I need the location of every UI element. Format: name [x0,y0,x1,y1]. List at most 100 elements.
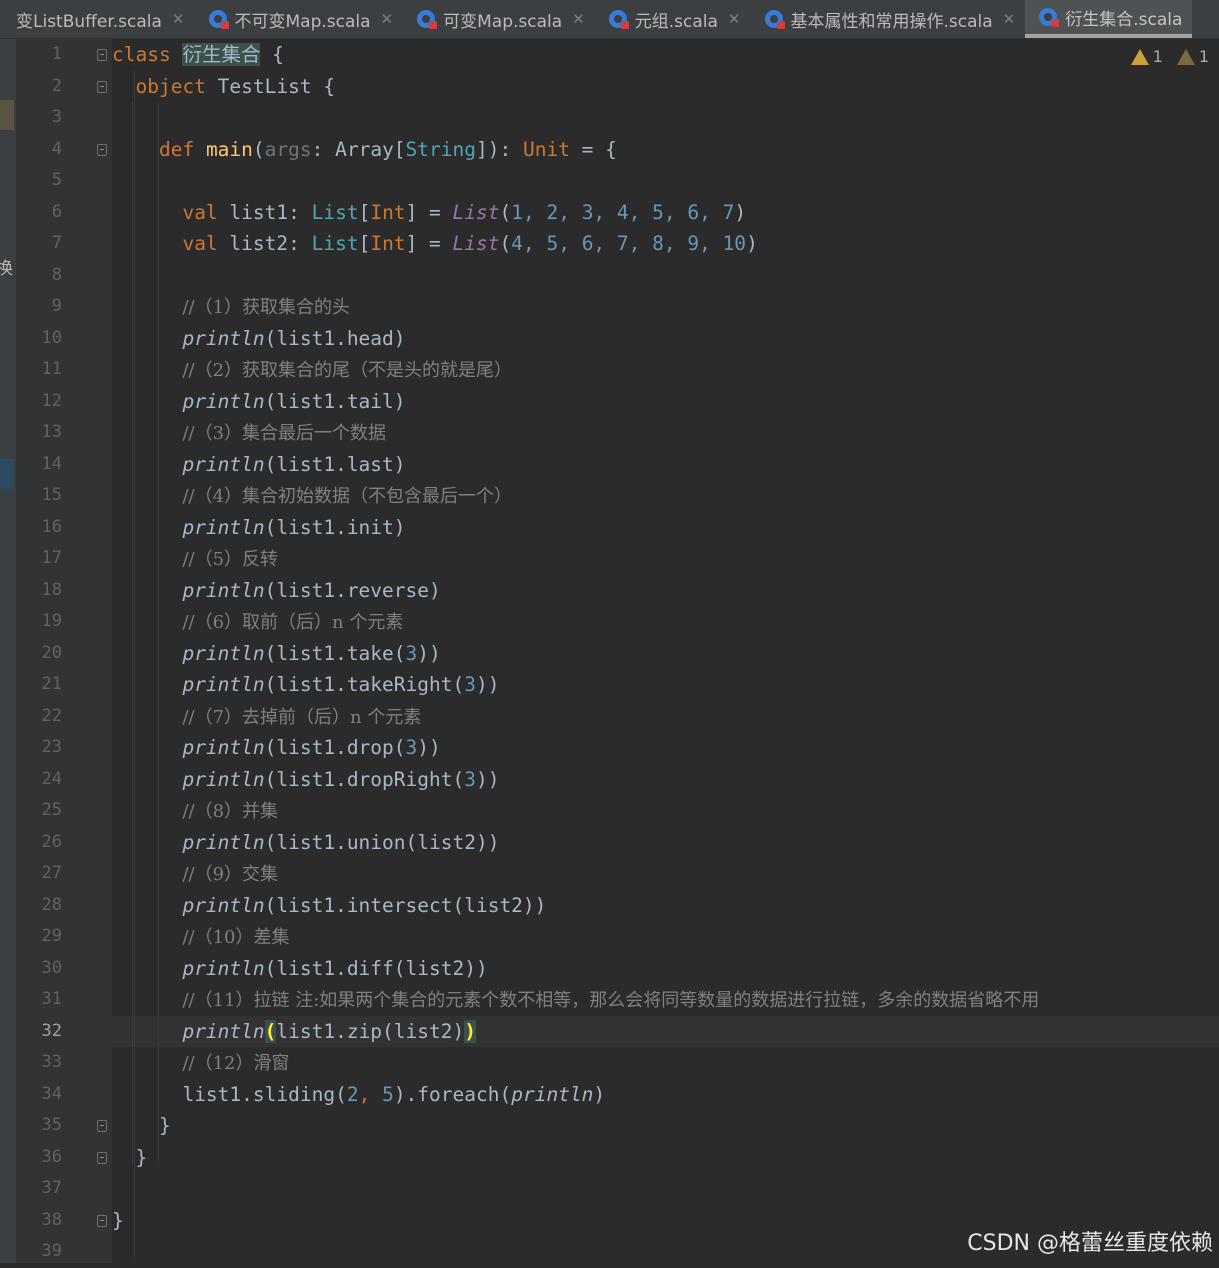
tab-derived-collection[interactable]: 衍生集合.scala [1025,0,1193,38]
line-number[interactable]: 5 [16,165,62,197]
line-number[interactable]: 17 [16,543,62,575]
line-number[interactable]: 1 [16,39,62,71]
line-number[interactable]: 18 [16,575,62,607]
line-number[interactable]: 10 [16,323,62,355]
watermark: CSDN @格蕾丝重度依赖 [967,1231,1213,1256]
line-number[interactable]: 2 [16,71,62,103]
code-line-26: println(list1.union(list2)) [182,830,500,854]
code-line-30: println(list1.diff(list2)) [182,956,488,980]
line-number[interactable]: 29 [16,921,62,953]
line-number[interactable]: 21 [16,669,62,701]
strip-marker [0,100,14,130]
line-number[interactable]: 26 [16,827,62,859]
line-number[interactable]: 33 [16,1047,62,1079]
close-icon[interactable]: ✕ [381,10,394,28]
line-number[interactable]: 9 [16,291,62,323]
code-line-36: } [135,1145,148,1169]
code-line-19: //（6）取前（后）n 个元素 [182,612,404,633]
tab-label: 基本属性和常用操作.scala [790,11,993,32]
tab-listbuffer[interactable]: 变ListBuffer.scala ✕ [0,0,195,38]
line-number[interactable]: 4 [16,134,62,166]
code-line-6: val list1: List[Int] = List(1, 2, 3, 4, … [182,200,747,224]
scala-file-icon [1039,8,1060,27]
tab-immutable-map[interactable]: 不可变Map.scala ✕ [195,0,404,38]
code-line-24: println(list1.dropRight(3)) [182,767,500,791]
code-line-18: println(list1.reverse) [182,578,441,602]
line-number[interactable]: 7 [16,228,62,260]
line-number[interactable]: 19 [16,606,62,638]
close-icon[interactable]: ✕ [572,10,585,28]
line-number[interactable]: 31 [16,984,62,1016]
code-line-15: //（4）集合初始数据（不包含最后一个） [182,486,513,507]
code-line-4: def main(args: Array[String]): Unit = { [158,137,617,161]
code-line-27: //（9）交集 [182,864,279,885]
close-icon[interactable]: ✕ [1003,10,1016,28]
code-line-13: //（3）集合最后一个数据 [182,423,387,444]
code-line-35: } [158,1114,171,1137]
line-number[interactable]: 3 [16,102,62,134]
line-number[interactable]: 36 [16,1142,62,1174]
code-line-29: //（10）差集 [182,927,290,948]
line-number[interactable]: 35 [16,1110,62,1142]
code-line-17: //（5）反转 [182,549,279,570]
weak-warning-count[interactable]: 1 [1176,47,1209,66]
line-number[interactable]: 37 [16,1173,62,1205]
scala-file-icon [764,10,785,29]
weak-warning-icon [1176,48,1195,65]
tab-tuple[interactable]: 元组.scala ✕ [595,0,751,38]
code-line-20: println(list1.take(3)) [182,641,441,665]
line-number[interactable]: 38 [16,1205,62,1237]
strip-label: 换 [0,259,13,279]
line-number[interactable]: 11 [16,354,62,386]
tab-label: 不可变Map.scala [234,11,371,32]
tab-mutable-map[interactable]: 可变Map.scala ✕ [403,0,595,38]
code-editor[interactable]: class 衍生集合 { object TestList { def main(… [112,39,1219,1263]
line-number[interactable]: 22 [16,701,62,733]
line-number[interactable]: 16 [16,512,62,544]
code-line-22: //（7）去掉前（后）n 个元素 [182,706,422,728]
close-icon[interactable]: ✕ [172,10,185,28]
tab-label: 变ListBuffer.scala [16,11,162,32]
code-line-1: class 衍生集合 { [112,43,284,66]
tab-basic-properties[interactable]: 基本属性和常用操作.scala ✕ [751,0,1026,38]
line-number[interactable]: 8 [16,260,62,292]
matched-paren: ( [264,1019,277,1043]
fold-toggle-icon[interactable] [97,49,107,61]
code-line-12: println(list1.tail) [182,389,406,413]
fold-toggle-icon[interactable] [97,80,107,93]
code-line-23: println(list1.drop(3)) [182,736,441,759]
fold-toggle-icon[interactable] [97,1120,107,1132]
line-number[interactable]: 34 [16,1079,62,1111]
warning-count[interactable]: 1 [1130,47,1163,66]
inspection-widget[interactable]: 1 1 [1130,47,1209,66]
tab-label: 衍生集合.scala [1065,9,1183,30]
line-number[interactable]: 25 [16,795,62,827]
code-line-2: object TestList { [135,74,336,98]
matched-paren: ) [464,1019,476,1043]
line-number[interactable]: 20 [16,638,62,670]
line-number[interactable]: 12 [16,386,62,418]
line-number[interactable]: 23 [16,732,62,764]
close-icon[interactable]: ✕ [728,10,741,28]
tab-label: 可变Map.scala [443,11,563,32]
line-number[interactable]: 28 [16,890,62,922]
editor-tab-bar: 变ListBuffer.scala ✕ 不可变Map.scala ✕ 可变Map… [0,0,1219,39]
line-number[interactable]: 27 [16,858,62,890]
fold-toggle-icon[interactable] [97,143,107,156]
line-number[interactable]: 15 [16,480,62,512]
fold-toggle-icon[interactable] [97,1151,107,1164]
class-name: 衍生集合 [182,43,261,66]
strip-marker [0,459,14,489]
code-line-21: println(list1.takeRight(3)) [182,673,500,696]
line-number[interactable]: 24 [16,764,62,796]
line-number[interactable]: 6 [16,197,62,229]
code-line-11: //（2）获取集合的尾（不是头的就是尾） [182,360,513,381]
scala-file-icon [417,10,438,29]
fold-toggle-icon[interactable] [97,1214,107,1227]
line-number-gutter[interactable]: 1 2 3 4 5 6 7 8 9 10 11 12 13 14 15 16 17 18 19 20 21 22 23 24 2… [16,39,112,1263]
line-number[interactable]: 32 [16,1016,62,1048]
line-number[interactable]: 14 [16,449,62,481]
line-number[interactable]: 30 [16,953,62,985]
scala-file-icon [208,10,229,29]
line-number[interactable]: 13 [16,417,62,449]
